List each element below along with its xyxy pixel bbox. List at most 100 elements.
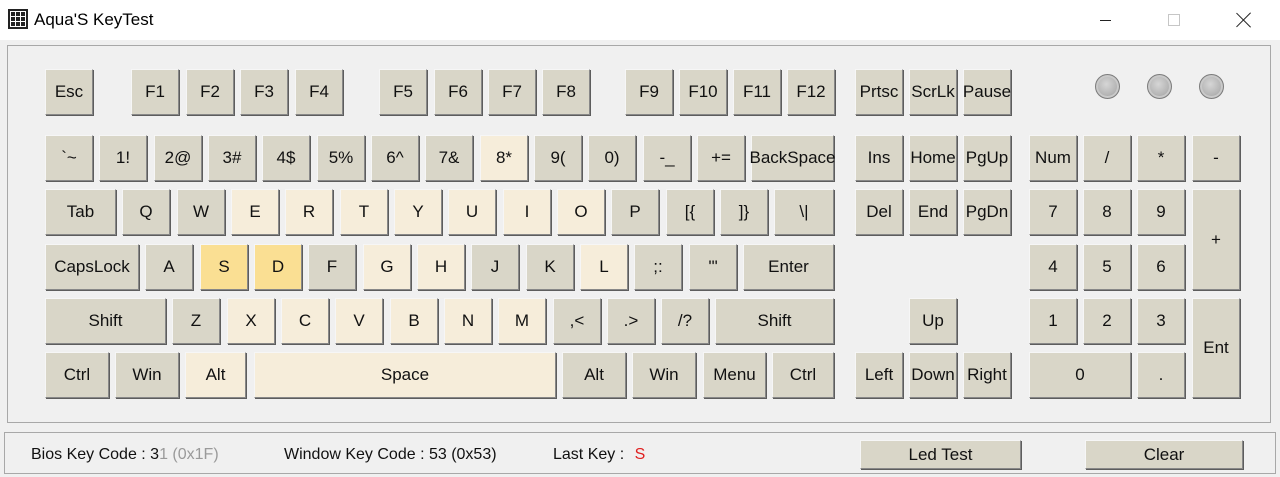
key-0[interactable]: 0) (588, 135, 636, 181)
key-y[interactable]: Y (394, 189, 442, 235)
key-n[interactable]: N (444, 298, 492, 344)
key-numpad-decimal[interactable]: . (1137, 352, 1185, 398)
key-numpad-7[interactable]: 7 (1029, 189, 1077, 235)
key-a[interactable]: A (145, 244, 193, 290)
key-i[interactable]: I (503, 189, 551, 235)
key-8[interactable]: 8* (480, 135, 528, 181)
key-d[interactable]: D (254, 244, 302, 290)
key-home[interactable]: Home (909, 135, 957, 181)
key-2[interactable]: 2@ (154, 135, 202, 181)
key-period[interactable]: .> (607, 298, 655, 344)
key-numpad-6[interactable]: 6 (1137, 244, 1185, 290)
key-q[interactable]: Q (122, 189, 170, 235)
key-esc[interactable]: Esc (45, 69, 93, 115)
key-end[interactable]: End (909, 189, 957, 235)
key-b[interactable]: B (390, 298, 438, 344)
key-slash[interactable]: /? (661, 298, 709, 344)
key-numpad-9[interactable]: 9 (1137, 189, 1185, 235)
key-right-shift[interactable]: Shift (715, 298, 834, 344)
key-f6[interactable]: F6 (434, 69, 482, 115)
close-button[interactable] (1221, 0, 1267, 40)
key-backtick[interactable]: `~ (45, 135, 93, 181)
key-h[interactable]: H (417, 244, 465, 290)
key-o[interactable]: O (557, 189, 605, 235)
key-left-alt[interactable]: Alt (185, 352, 246, 398)
key-pgdn[interactable]: PgDn (963, 189, 1011, 235)
key-lbracket[interactable]: [{ (666, 189, 714, 235)
key-right-ctrl[interactable]: Ctrl (772, 352, 834, 398)
key-numpad-divide[interactable]: / (1083, 135, 1131, 181)
key-comma[interactable]: ,< (553, 298, 601, 344)
key-space[interactable]: Space (254, 352, 556, 398)
key-t[interactable]: T (340, 189, 388, 235)
key-backslash[interactable]: \| (774, 189, 834, 235)
key-numpad-8[interactable]: 8 (1083, 189, 1131, 235)
key-f4[interactable]: F4 (295, 69, 343, 115)
key-f11[interactable]: F11 (733, 69, 781, 115)
key-x[interactable]: X (227, 298, 275, 344)
key-p[interactable]: P (611, 189, 659, 235)
key-equals[interactable]: += (697, 135, 745, 181)
key-tab[interactable]: Tab (45, 189, 116, 235)
key-ins[interactable]: Ins (855, 135, 903, 181)
key-numpad-5[interactable]: 5 (1083, 244, 1131, 290)
key-prtsc[interactable]: Prtsc (855, 69, 903, 115)
key-f10[interactable]: F10 (679, 69, 727, 115)
key-numpad-4[interactable]: 4 (1029, 244, 1077, 290)
key-1[interactable]: 1! (99, 135, 147, 181)
key-enter[interactable]: Enter (743, 244, 834, 290)
key-w[interactable]: W (177, 189, 225, 235)
key-s[interactable]: S (200, 244, 248, 290)
key-numpad-subtract[interactable]: - (1192, 135, 1240, 181)
key-numpad-3[interactable]: 3 (1137, 298, 1185, 344)
key-f[interactable]: F (308, 244, 356, 290)
key-c[interactable]: C (281, 298, 329, 344)
key-numpad-0[interactable]: 0 (1029, 352, 1131, 398)
key-semicolon[interactable]: ;: (634, 244, 682, 290)
key-pause[interactable]: Pause (963, 69, 1011, 115)
key-scrlk[interactable]: ScrLk (909, 69, 957, 115)
key-menu[interactable]: Menu (703, 352, 766, 398)
key-pgup[interactable]: PgUp (963, 135, 1011, 181)
key-3[interactable]: 3# (208, 135, 256, 181)
key-4[interactable]: 4$ (262, 135, 310, 181)
key-numpad-add[interactable]: + (1192, 189, 1240, 290)
key-f1[interactable]: F1 (131, 69, 179, 115)
key-j[interactable]: J (471, 244, 519, 290)
key-z[interactable]: Z (172, 298, 220, 344)
key-m[interactable]: M (498, 298, 546, 344)
key-capslock[interactable]: CapsLock (45, 244, 139, 290)
key-rbracket[interactable]: ]} (720, 189, 768, 235)
key-u[interactable]: U (448, 189, 496, 235)
key-up[interactable]: Up (909, 298, 957, 344)
minimize-button[interactable] (1082, 0, 1128, 40)
key-r[interactable]: R (285, 189, 333, 235)
key-f2[interactable]: F2 (186, 69, 234, 115)
key-6[interactable]: 6^ (371, 135, 419, 181)
key-f8[interactable]: F8 (542, 69, 590, 115)
key-f5[interactable]: F5 (379, 69, 427, 115)
led-test-button[interactable]: Led Test (860, 440, 1021, 469)
key-9[interactable]: 9( (534, 135, 582, 181)
key-numpad-2[interactable]: 2 (1083, 298, 1131, 344)
key-quote[interactable]: '" (689, 244, 737, 290)
key-right-win[interactable]: Win (632, 352, 696, 398)
clear-button[interactable]: Clear (1085, 440, 1243, 469)
key-left-shift[interactable]: Shift (45, 298, 166, 344)
key-right[interactable]: Right (963, 352, 1011, 398)
maximize-button[interactable] (1151, 0, 1197, 40)
key-l[interactable]: L (580, 244, 628, 290)
key-backspace[interactable]: BackSpace (750, 135, 836, 181)
key-e[interactable]: E (231, 189, 279, 235)
key-f12[interactable]: F12 (787, 69, 835, 115)
key-f9[interactable]: F9 (625, 69, 673, 115)
key-5[interactable]: 5% (317, 135, 365, 181)
key-left-ctrl[interactable]: Ctrl (45, 352, 109, 398)
key-k[interactable]: K (526, 244, 574, 290)
key-numpad-num[interactable]: Num (1029, 135, 1077, 181)
key-down[interactable]: Down (909, 352, 957, 398)
key-left-win[interactable]: Win (115, 352, 179, 398)
key-7[interactable]: 7& (425, 135, 473, 181)
key-minus[interactable]: -_ (643, 135, 691, 181)
key-right-alt[interactable]: Alt (562, 352, 626, 398)
